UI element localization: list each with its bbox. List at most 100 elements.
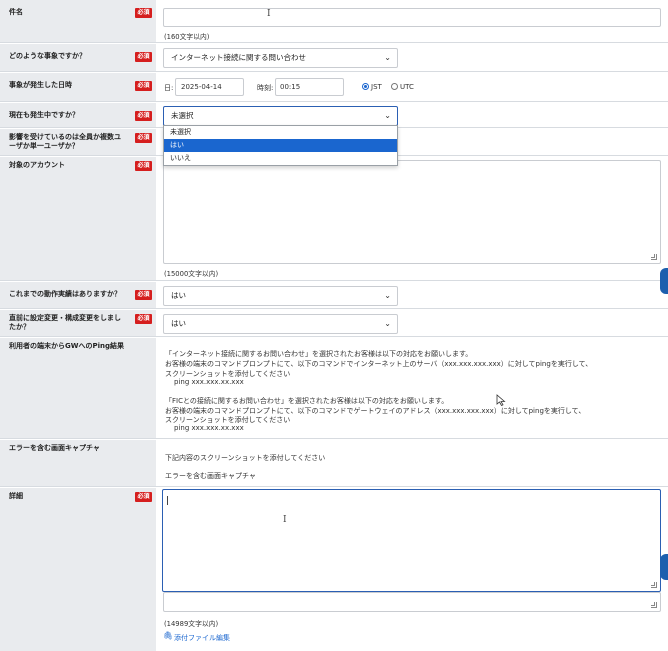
required-badge: 必須 <box>135 290 152 300</box>
field-label: これまでの動作実績はありますか？ <box>9 290 121 298</box>
required-badge: 必須 <box>135 314 152 324</box>
inquiry-form: 件名 必須 I (160文字以内) どのような事象ですか？ 必須 インターネット… <box>0 0 668 651</box>
value-cell: はい ⌄ <box>156 310 668 336</box>
text-cursor-icon: I <box>283 515 287 525</box>
tz-radio-jst[interactable] <box>362 83 369 90</box>
label-cell: エラーを含む画面キャプチャ <box>0 440 156 486</box>
row-event-type: どのような事象ですか？ 必須 インターネット接続に関する問い合わせ ⌄ <box>0 44 668 72</box>
tz-label-utc: UTC <box>400 83 414 91</box>
dropdown-option[interactable]: 未選択 <box>164 126 397 139</box>
row-error-capture: エラーを含む画面キャプチャ 下記内容のスクリーンショットを添付してください エラ… <box>0 440 668 487</box>
field-label: エラーを含む画面キャプチャ <box>9 444 100 452</box>
details-extra-area[interactable] <box>163 592 661 612</box>
label-cell: 影響を受けているのは全員か複数ユーザか単一ユーザか？ 必須 <box>0 129 156 155</box>
value-cell: 未選択 ⌄ <box>156 103 668 127</box>
mouse-pointer-icon <box>496 394 506 406</box>
select-value: インターネット接続に関する問い合わせ <box>171 53 306 62</box>
paperclip-icon[interactable]: 🖇 <box>163 631 173 640</box>
row-worked-before: これまでの動作実績はありますか？ 必須 はい ⌄ <box>0 282 668 309</box>
value-cell: I (160文字以内) <box>156 0 668 42</box>
ongoing-select[interactable]: 未選択 ⌄ <box>163 106 398 126</box>
select-value: はい <box>171 291 186 300</box>
required-badge: 必須 <box>135 52 152 62</box>
tz-radio-utc[interactable] <box>391 83 398 90</box>
capture-item: エラーを含む画面キャプチャ <box>165 472 256 480</box>
field-label: 利用者の端末からGWへのPing結果 <box>9 342 124 350</box>
char-limit-note: (15000文字以内) <box>164 270 219 278</box>
resize-grip-icon[interactable] <box>651 582 657 588</box>
field-label: 現在も発生中ですか？ <box>9 111 79 119</box>
account-textarea[interactable] <box>163 160 661 264</box>
required-badge: 必須 <box>135 111 152 121</box>
tz-label-jst: JST <box>371 83 382 91</box>
attach-file-link[interactable]: 添付ファイル編集 <box>174 633 230 643</box>
row-recent-change: 直前に設定変更・構成変更をしましたか？ 必須 はい ⌄ <box>0 310 668 337</box>
resize-grip-icon[interactable] <box>651 602 657 608</box>
row-details: 詳細 必須 I (14989文字以内) 🖇 添付ファイル編集 <box>0 488 668 651</box>
ping-instruction-line: 「FICとの接続に関するお問い合わせ」を選択されたお客様は以下の対応をお願いしま… <box>165 397 449 405</box>
label-cell: 詳細 必須 <box>0 488 156 651</box>
row-occurred-at: 事象が発生した日時 必須 日: 2025-04-14 時刻: 00:15 JST… <box>0 73 668 102</box>
label-cell: 件名 必須 <box>0 0 156 42</box>
row-ping: 利用者の端末からGWへのPing結果 「インターネット接続に関するお問い合わせ」… <box>0 338 668 439</box>
resize-grip-icon[interactable] <box>651 254 657 260</box>
value-cell: はい ⌄ <box>156 282 668 308</box>
time-value: 00:15 <box>280 83 301 91</box>
dropdown-option-highlighted[interactable]: はい <box>164 139 397 152</box>
field-label: 件名 <box>9 8 23 16</box>
date-label: 日: <box>164 84 174 92</box>
ping-instruction-line: 「インターネット接続に関するお問い合わせ」を選択されたお客様は以下の対応をお願い… <box>165 350 473 358</box>
event-type-select[interactable]: インターネット接続に関する問い合わせ ⌄ <box>163 48 398 68</box>
required-badge: 必須 <box>135 492 152 502</box>
time-label: 時刻: <box>257 84 274 92</box>
ping-command: ping xxx.xxx.xx.xxx <box>174 424 244 432</box>
value-cell: 日: 2025-04-14 時刻: 00:15 JST UTC <box>156 73 668 101</box>
label-cell: 利用者の端末からGWへのPing結果 <box>0 338 156 438</box>
field-label: 事象が発生した日時 <box>9 81 72 89</box>
row-account: 対象のアカウント 必須 (15000文字以内) <box>0 157 668 281</box>
date-input[interactable]: 2025-04-14 <box>175 78 244 96</box>
date-value: 2025-04-14 <box>181 83 222 91</box>
label-cell: どのような事象ですか？ 必須 <box>0 44 156 71</box>
recent-change-select[interactable]: はい ⌄ <box>163 314 398 334</box>
side-panel-tab[interactable] <box>660 268 668 294</box>
field-label: どのような事象ですか？ <box>9 52 86 60</box>
field-label: 詳細 <box>9 492 23 500</box>
ping-command: ping xxx.xxx.xx.xxx <box>174 378 244 386</box>
value-cell: 下記内容のスクリーンショットを添付してください エラーを含む画面キャプチャ <box>156 440 668 486</box>
text-caret <box>167 496 168 505</box>
label-cell: 現在も発生中ですか？ 必須 <box>0 103 156 127</box>
required-badge: 必須 <box>135 81 152 91</box>
label-cell: 直前に設定変更・構成変更をしましたか？ 必須 <box>0 310 156 336</box>
label-cell: これまでの動作実績はありますか？ 必須 <box>0 282 156 308</box>
required-badge: 必須 <box>135 8 152 18</box>
value-cell: (15000文字以内) <box>156 157 668 280</box>
required-badge: 必須 <box>135 161 152 171</box>
worked-before-select[interactable]: はい ⌄ <box>163 286 398 306</box>
field-label: 対象のアカウント <box>9 161 65 169</box>
label-cell: 対象のアカウント 必須 <box>0 157 156 280</box>
char-limit-note: (160文字以内) <box>164 33 210 41</box>
select-value: はい <box>171 319 186 328</box>
text-cursor-icon: I <box>267 9 271 19</box>
details-textarea[interactable] <box>162 489 661 592</box>
time-input[interactable]: 00:15 <box>275 78 344 96</box>
select-value: 未選択 <box>171 111 194 120</box>
subject-input[interactable] <box>163 8 661 27</box>
dropdown-option[interactable]: いいえ <box>164 152 397 165</box>
row-subject: 件名 必須 I (160文字以内) <box>0 0 668 43</box>
chevron-down-icon: ⌄ <box>384 319 391 328</box>
label-cell: 事象が発生した日時 必須 <box>0 73 156 101</box>
char-limit-note: (14989文字以内) <box>164 620 219 628</box>
ongoing-dropdown-menu: 未選択 はい いいえ <box>163 125 398 166</box>
chevron-down-icon: ⌄ <box>384 53 391 62</box>
chevron-down-icon: ⌄ <box>384 111 391 120</box>
ping-instruction-line: お客様の端末のコマンドプロンプトにて、以下のコマンドでインターネット上のサーバ（… <box>165 360 593 368</box>
chevron-down-icon: ⌄ <box>384 291 391 300</box>
side-panel-tab[interactable] <box>660 554 668 580</box>
field-label: 直前に設定変更・構成変更をしましたか？ <box>9 314 121 331</box>
capture-instruction: 下記内容のスクリーンショットを添付してください <box>165 454 326 462</box>
required-badge: 必須 <box>135 133 152 143</box>
field-label: 影響を受けているのは全員か複数ユーザか単一ユーザか？ <box>9 133 121 150</box>
value-cell: 「インターネット接続に関するお問い合わせ」を選択されたお客様は以下の対応をお願い… <box>156 338 668 438</box>
